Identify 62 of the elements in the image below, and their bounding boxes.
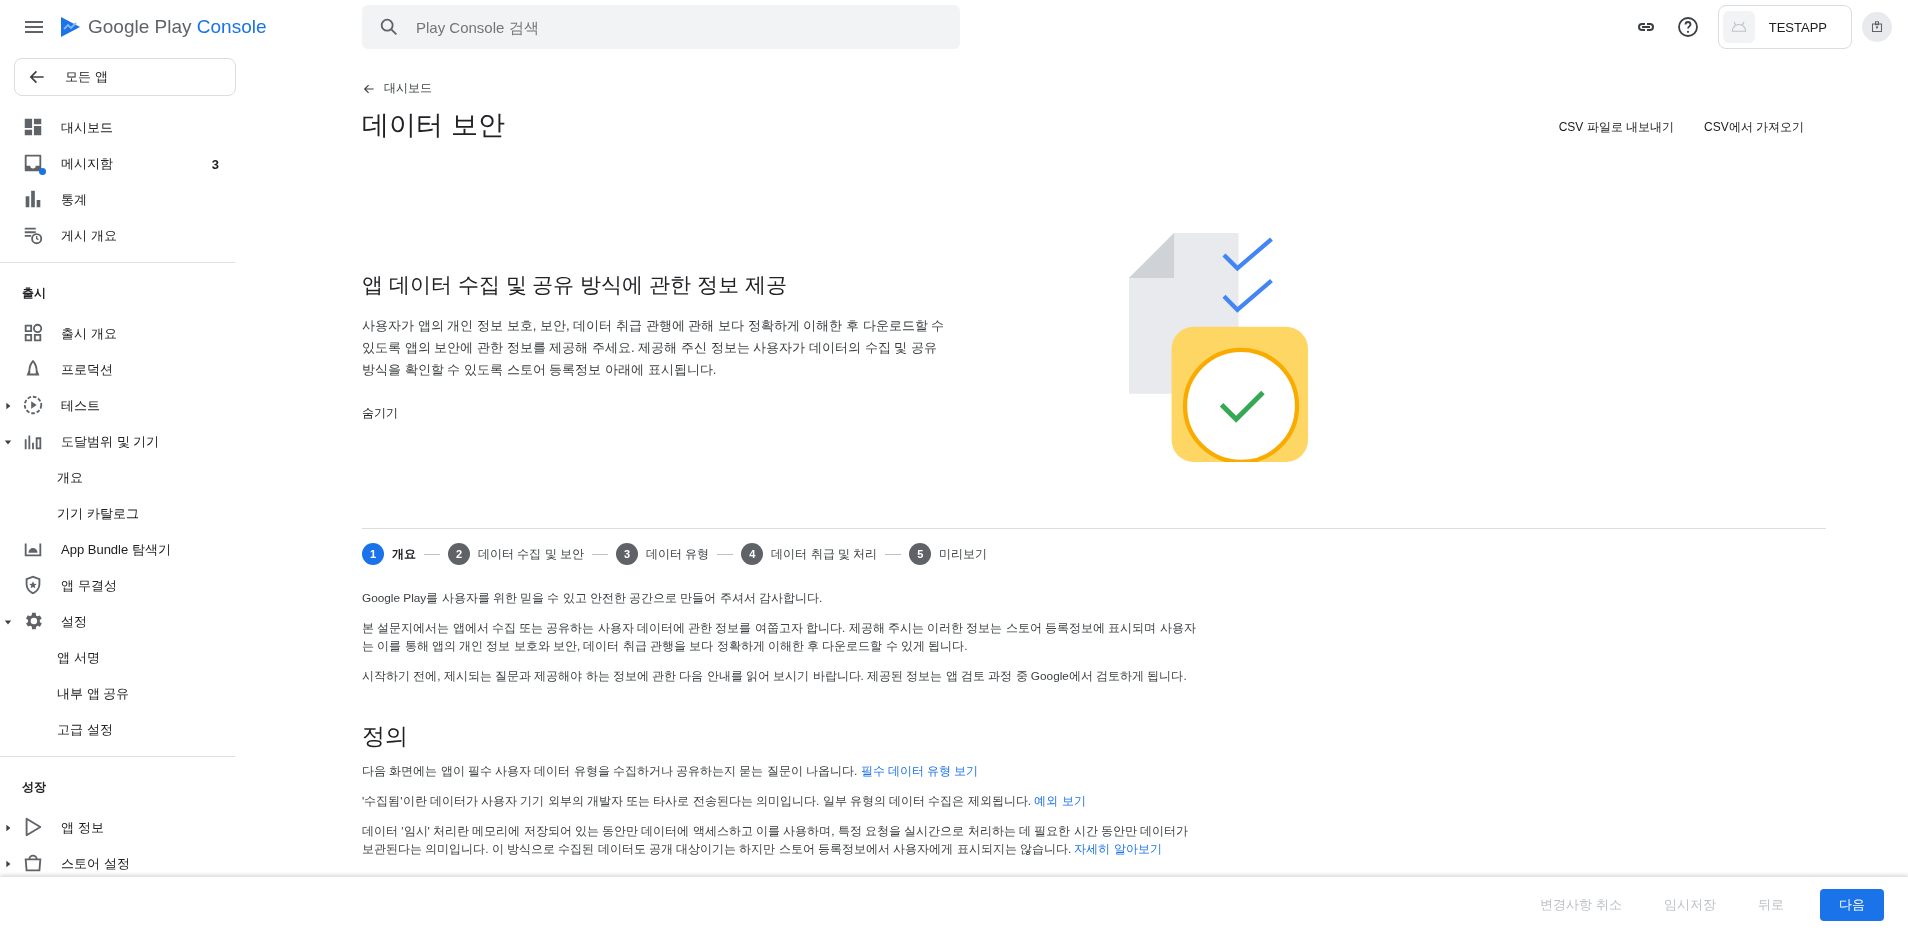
inbox-icon	[22, 152, 44, 174]
learn-more-link[interactable]: 자세히 알아보기	[1074, 842, 1162, 856]
section-heading: 정의	[362, 722, 409, 751]
expand-arrow-icon[interactable]	[4, 402, 12, 410]
step-tab[interactable]: 5 미리보기	[909, 543, 988, 565]
account-avatar[interactable]	[1862, 12, 1892, 42]
logo-text: Google Play Console	[88, 16, 267, 38]
play-logo-icon	[58, 15, 82, 39]
nav-subitem[interactable]: 기기 카탈로그	[0, 496, 235, 532]
body-paragraph: 데이터 '임시' 처리란 메모리에 저장되어 있는 동안만 데이터에 액세스하고 이를 사용하며, 특정 요청을 실시간으로 처리하는 데 필요한 시간 동안만 데이터가 보관된다는 의미입니다. 이 방식으로 수집된 데이터도 공개 대상이기는 하지만 스토어 등록정보에서 사용자에게 표시되지는 않습니다. 자세히 알아보기	[362, 823, 1190, 858]
collapse-arrow-icon[interactable]	[4, 438, 12, 446]
breadcrumb-link[interactable]: 대시보드	[362, 80, 432, 97]
header-action-button[interactable]: CSV 파일로 내보내기	[1554, 115, 1678, 140]
body-paragraph: '수집됨'이란 데이터가 사용자 기기 외부의 개발자 또는 타사로 전송된다는 의미입니다. 일부 유형의 데이터 수집은 제외됩니다. 예외 보기	[362, 793, 1087, 810]
body-paragraph: Google Play를 사용자를 위한 믿을 수 있고 안전한 공간으로 만들어 주셔서 감사합니다.	[362, 590, 824, 607]
expand-arrow-icon[interactable]	[4, 824, 12, 832]
nav-item[interactable]: 스토어 설정	[0, 846, 235, 877]
nav-item[interactable]: 대시보드	[0, 110, 235, 146]
nav-item[interactable]: App Bundle 탐색기	[0, 532, 235, 568]
step-tab[interactable]: 2 데이터 수집 및 보안	[448, 543, 584, 565]
search-field[interactable]: Play Console 검색	[362, 5, 960, 49]
nav-item[interactable]: 프로덕션	[0, 352, 235, 388]
step-tab[interactable]: 1 개요	[362, 543, 416, 565]
section-heading: 성장	[21, 779, 47, 796]
nav-subitem[interactable]: 앱 서명	[0, 640, 235, 676]
nav-item[interactable]: 통계	[0, 182, 235, 218]
expand-arrow-icon[interactable]	[4, 860, 12, 868]
section-heading: 출시	[21, 285, 47, 302]
learn-more-link[interactable]: 예외 보기	[1034, 794, 1086, 808]
learn-more-link[interactable]: 필수 데이터 유형 보기	[860, 764, 979, 778]
nav-subitem[interactable]: 개요	[0, 460, 235, 496]
play-circle-icon	[22, 394, 44, 416]
search-icon	[378, 16, 400, 38]
nav-item[interactable]: 테스트	[0, 388, 235, 424]
next-button[interactable]: 다음	[1820, 889, 1884, 921]
step-tab[interactable]: 3 데이터 유형	[616, 543, 710, 565]
bag-icon	[22, 852, 44, 874]
count-label: 3	[211, 156, 219, 172]
collapse-arrow-icon[interactable]	[4, 618, 12, 626]
dashboard-icon	[22, 116, 44, 138]
nav-item[interactable]: 메시지함 3	[0, 146, 235, 182]
intro-text: 사용자가 앱의 개인 정보 보호, 보안, 데이터 취급 관행에 관해 보다 정확하게 이해한 후 다운로드할 수 있도록 앱의 보안에 관한 정보를 제공해 주세요. 제공해 주신 정보는 사용자가 데이터의 수집 및 공유 방식을 확인할 수 있도록 스토어 등록정보 아래에 표시됩니다.	[362, 317, 946, 379]
nav-item[interactable]: 게시 개요	[0, 218, 235, 254]
body-paragraph: 본 설문지에서는 앱에서 수집 또는 공유하는 사용자 데이터에 관한 정보를 여쭙고자 합니다. 제공해 주시는 이러한 정보는 스토어 등록정보에 표시되며 사용자는 이를 통해 앱의 개인 정보 보호와 보안, 데이터 취급 관행을 보다 정확하게 이해한 후 다운로드할 수 있게 됩니다.	[362, 620, 1197, 655]
nav-item[interactable]: 앱 정보	[0, 810, 235, 846]
body-paragraph: 시작하기 전에, 제시되는 질문과 제공해야 하는 정보에 관한 다음 안내를 읽어 보시기 바랍니다. 제공된 정보는 앱 검토 과정 중 Google에서 검토하게 됩니다.	[362, 668, 1188, 685]
intro-heading: 앱 데이터 수집 및 공유 방식에 관한 정보 제공	[362, 272, 788, 298]
nav-item[interactable]: 출시 개요	[0, 316, 235, 352]
body-paragraph: 다음 화면에는 앱이 필수 사용자 데이터 유형을 수집하거나 공유하는지 묻는 질문이 나옵니다. 필수 데이터 유형 보기	[362, 763, 980, 780]
app-selector[interactable]: TESTAPP	[1717, 5, 1852, 49]
header-action-button[interactable]: CSV에서 가져오기	[1700, 115, 1808, 140]
all-apps-button[interactable]: 모든 앱	[14, 58, 236, 96]
nav-item[interactable]: 설정	[0, 604, 235, 640]
nav-item[interactable]: 앱 무결성	[0, 568, 235, 604]
nav-subitem[interactable]: 고급 설정	[0, 712, 235, 748]
step-tab[interactable]: 4 데이터 취급 및 처리	[741, 543, 878, 565]
nav-item[interactable]: 도달범위 및 기기	[0, 424, 235, 460]
nav-subitem[interactable]: 내부 앱 공유	[0, 676, 235, 712]
shapes-icon	[22, 322, 44, 344]
hide-button[interactable]: 숨기기	[362, 406, 398, 421]
page-title: 데이터 보안	[362, 109, 505, 142]
help-icon[interactable]	[1675, 15, 1700, 39]
